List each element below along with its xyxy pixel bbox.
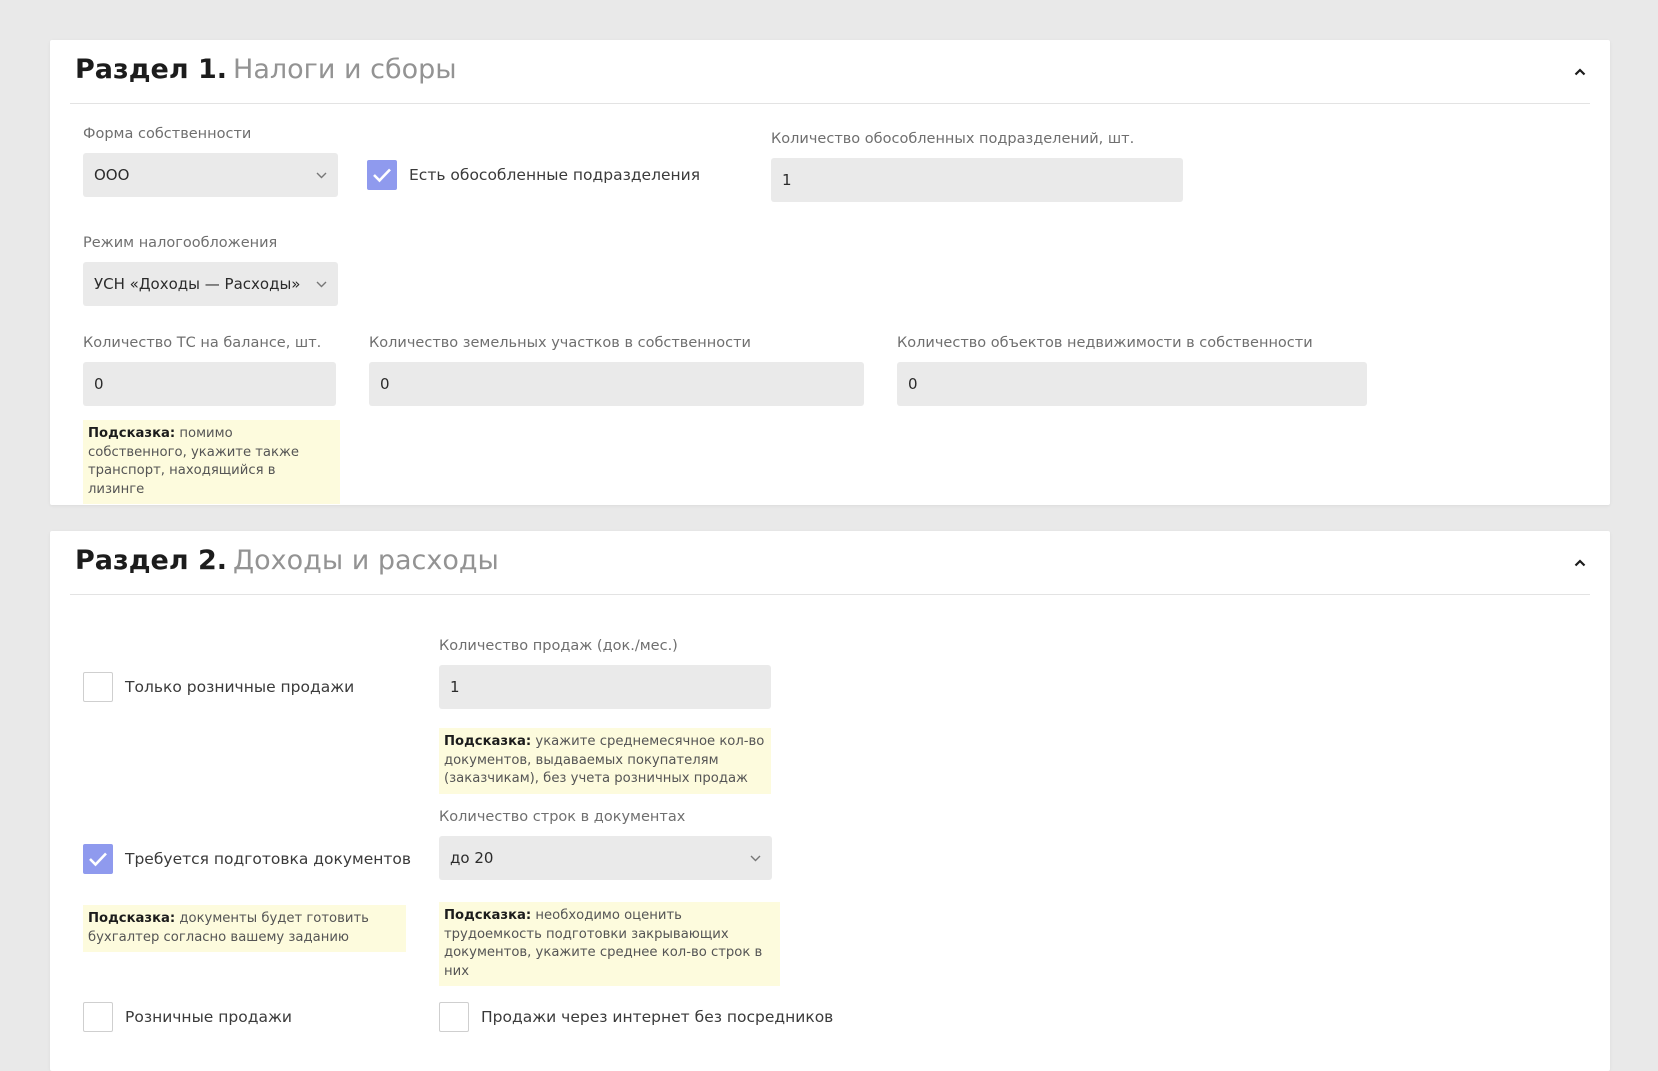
section-1-collapse-button[interactable] [1570, 62, 1590, 82]
doc-lines-select[interactable]: до 20 [439, 836, 772, 880]
doc-lines-label: Количество строк в документах [439, 809, 686, 825]
section-2-title: Раздел 2. Доходы и расходы [75, 545, 499, 576]
ownership-label: Форма собственности [83, 126, 252, 142]
chevron-up-icon [1574, 559, 1586, 567]
chevron-down-icon [316, 281, 327, 288]
branches-checkbox[interactable] [367, 160, 397, 190]
hint-docs-title: Подсказка: [88, 911, 176, 926]
online-sales-label[interactable]: Продажи через интернет без посредников [481, 1008, 833, 1026]
hint-lines-title: Подсказка: [444, 908, 532, 923]
checkmark-icon [89, 852, 107, 867]
hint-lines: Подсказка: необходимо оценить трудоемкос… [439, 902, 780, 986]
branches-checkbox-label[interactable]: Есть обособленные подразделения [409, 166, 700, 184]
realty-label: Количество объектов недвижимости в собст… [897, 335, 1313, 351]
section-1-header[interactable]: Раздел 1. Налоги и сборы [70, 40, 1590, 104]
tax-regime-label: Режим налогообложения [83, 235, 278, 251]
section-2-collapse-button[interactable] [1570, 553, 1590, 573]
chevron-up-icon [1574, 68, 1586, 76]
tax-regime-value: УСН «Доходы — Расходы» [94, 275, 301, 293]
sales-count-label: Количество продаж (док./мес.) [439, 638, 678, 654]
retail-label[interactable]: Розничные продажи [125, 1008, 292, 1026]
section-2-subtitle: Доходы и расходы [233, 545, 499, 576]
section-2-card: Раздел 2. Доходы и расходы Только розничн… [50, 531, 1610, 1071]
retail-only-label[interactable]: Только розничные продажи [125, 678, 354, 696]
section-2-number: Раздел 2. [75, 545, 228, 576]
section-2-header[interactable]: Раздел 2. Доходы и расходы [70, 531, 1590, 595]
checkmark-icon [373, 168, 391, 183]
hint-sales: Подсказка: укажите среднемесячное кол-во… [439, 728, 771, 794]
retail-checkbox[interactable] [83, 1002, 113, 1032]
doc-lines-value: до 20 [450, 849, 494, 867]
section-1-title: Раздел 1. Налоги и сборы [75, 54, 457, 85]
chevron-down-icon [316, 172, 327, 179]
online-sales-checkbox[interactable] [439, 1002, 469, 1032]
ownership-value: ООО [94, 166, 130, 184]
section-1-subtitle: Налоги и сборы [233, 54, 457, 85]
branches-count-input[interactable]: 1 [771, 158, 1183, 202]
hint-docs: Подсказка: документы будет готовить бухг… [83, 905, 406, 952]
vehicles-input[interactable]: 0 [83, 362, 336, 406]
docs-prep-label[interactable]: Требуется подготовка документов [125, 850, 411, 868]
land-label: Количество земельных участков в собствен… [369, 335, 751, 351]
ownership-select[interactable]: ООО [83, 153, 338, 197]
chevron-down-icon [750, 855, 761, 862]
vehicles-label: Количество ТС на балансе, шт. [83, 335, 322, 351]
land-input[interactable]: 0 [369, 362, 864, 406]
section-1-card: Раздел 1. Налоги и сборы Форма собственно… [50, 40, 1610, 505]
hint-vehicles-title: Подсказка: [88, 426, 176, 441]
section-1-number: Раздел 1. [75, 54, 228, 85]
branches-count-label: Количество обособленных подразделений, ш… [771, 131, 1135, 147]
realty-input[interactable]: 0 [897, 362, 1367, 406]
sales-count-input[interactable]: 1 [439, 665, 771, 709]
docs-prep-checkbox[interactable] [83, 844, 113, 874]
retail-only-checkbox[interactable] [83, 672, 113, 702]
hint-vehicles: Подсказка: помимо собственного, укажите … [83, 420, 340, 504]
hint-sales-title: Подсказка: [444, 734, 532, 749]
tax-regime-select[interactable]: УСН «Доходы — Расходы» [83, 262, 338, 306]
